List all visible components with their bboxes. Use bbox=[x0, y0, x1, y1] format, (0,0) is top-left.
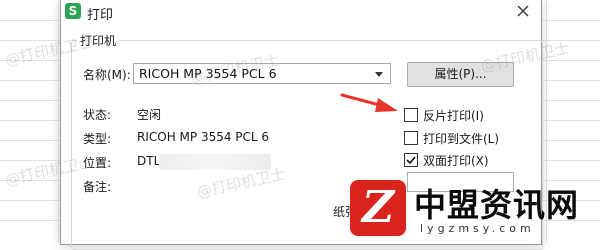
duplex-print-label: 双面打印(X) bbox=[423, 154, 489, 168]
site-url: lygzmsy.com bbox=[420, 222, 535, 235]
duplex-print-checkbox[interactable] bbox=[404, 153, 418, 167]
site-name: 中盟资讯网 bbox=[414, 186, 580, 224]
title-bar: S 打印 bbox=[61, 0, 541, 24]
print-to-file-checkbox[interactable] bbox=[404, 131, 418, 145]
type-label: 类型: bbox=[83, 132, 112, 146]
redacted-location bbox=[159, 154, 271, 170]
dropdown-arrow-icon bbox=[375, 72, 383, 77]
print-to-file-label: 打印到文件(L) bbox=[423, 132, 500, 146]
status-label: 状态: bbox=[83, 108, 112, 122]
printer-name-label: 名称(M): bbox=[83, 68, 131, 82]
site-logo: Z bbox=[350, 180, 406, 236]
type-value: RICOH MP 3554 PCL 6 bbox=[137, 130, 270, 144]
printer-select-value: RICOH MP 3554 PCL 6 bbox=[139, 66, 277, 81]
reverse-print-checkbox[interactable] bbox=[404, 108, 418, 122]
comment-label: 备注: bbox=[83, 180, 112, 194]
location-label: 位置: bbox=[83, 156, 112, 170]
reverse-print-label: 反片打印(I) bbox=[423, 109, 484, 123]
printer-group-label: 打印机 bbox=[77, 32, 120, 49]
close-icon bbox=[517, 5, 529, 17]
printer-select[interactable]: RICOH MP 3554 PCL 6 bbox=[133, 63, 391, 84]
grid-line bbox=[58, 0, 59, 242]
wps-spreadsheet-icon: S bbox=[65, 3, 81, 19]
properties-button[interactable]: 属性(P)... bbox=[407, 62, 514, 87]
checkmark-icon bbox=[406, 156, 416, 165]
status-value: 空闲 bbox=[137, 108, 162, 122]
dialog-title: 打印 bbox=[87, 8, 114, 23]
close-button[interactable] bbox=[513, 1, 533, 21]
